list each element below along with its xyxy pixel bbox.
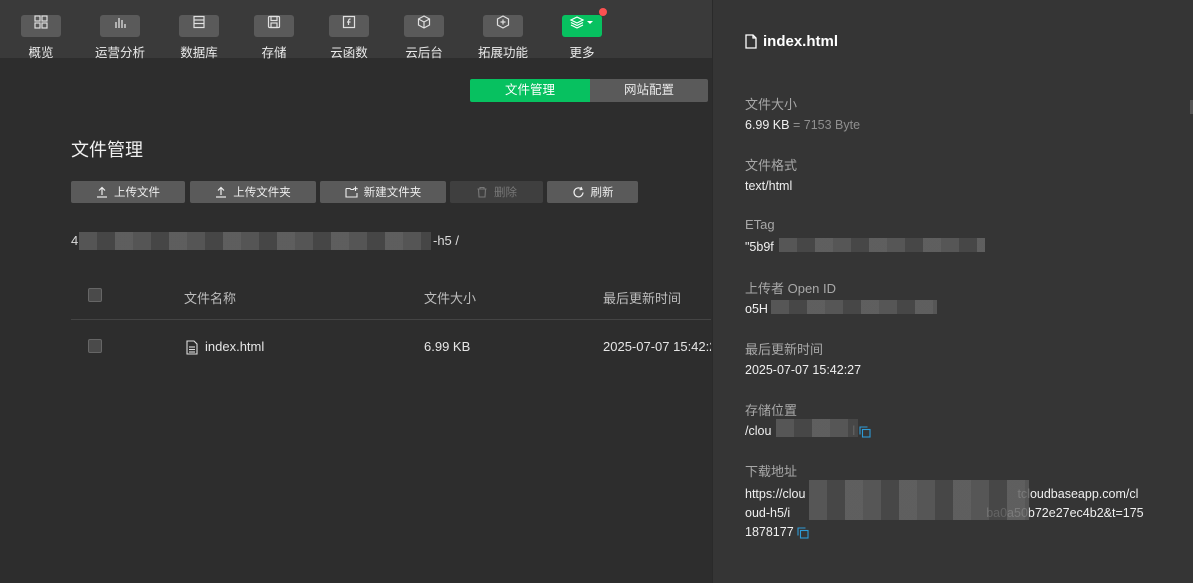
toolbar-item-extensions[interactable]: 拓展功能 <box>467 11 539 61</box>
etag-label: ETag <box>745 217 775 232</box>
detail-title-text: index.html <box>763 33 839 50</box>
column-header-name[interactable]: 文件名称 <box>184 288 236 307</box>
database-icon <box>179 15 219 37</box>
breadcrumb-end[interactable]: -h5 / <box>433 233 459 248</box>
toolbar-item-storage[interactable]: 存储 <box>238 11 310 61</box>
location-label: 存储位置 <box>745 403 798 418</box>
upload-folder-label: 上传文件夹 <box>233 187 291 199</box>
tab-website-config[interactable]: 网站配置 <box>590 79 708 102</box>
file-name[interactable]: index.html <box>205 339 264 354</box>
etag-value: "5b9f <box>745 240 774 254</box>
redacted-download <box>809 480 1029 520</box>
format-label: 文件格式 <box>745 158 798 173</box>
tab-file-management[interactable]: 文件管理 <box>470 79 590 102</box>
toolbar-item-cloud-backend[interactable]: 云后台 <box>388 11 460 61</box>
grid-icon <box>21 15 61 37</box>
page-title: 文件管理 <box>71 140 143 160</box>
size-bytes: = 7153 Byte <box>792 118 861 132</box>
size-label: 文件大小 <box>745 97 798 112</box>
extension-icon <box>483 15 523 37</box>
function-icon <box>329 15 369 37</box>
redacted-etag <box>779 238 985 252</box>
toolbar-label: 拓展功能 <box>477 46 528 60</box>
location-start: /clou <box>745 424 772 438</box>
download-line1-start: https://clou <box>745 487 806 501</box>
column-header-updated[interactable]: 最后更新时间 <box>603 288 681 307</box>
refresh-icon <box>572 186 584 197</box>
delete-button[interactable]: 删除 <box>450 181 543 203</box>
toolbar-label: 云函数 <box>330 46 368 60</box>
download-line1-end: tcloudbaseapp.com/cl <box>1017 487 1139 501</box>
toolbar-item-more[interactable]: 更多 <box>546 8 618 61</box>
file-size: 6.99 KB <box>424 339 471 354</box>
copy-icon[interactable] <box>797 527 809 539</box>
file-updated: 2025-07-07 15:42:27 <box>603 339 711 354</box>
etag-text: "5b9f <box>745 240 774 254</box>
refresh-label: 刷新 <box>590 187 614 199</box>
file-detail-panel: index.html 文件大小 6.99 KB = 7153 Byte 文件格式… <box>712 0 1193 583</box>
toolbar-item-overview[interactable]: 概览 <box>5 11 77 61</box>
column-header-size[interactable]: 文件大小 <box>424 288 476 307</box>
breadcrumb-start: 4 <box>71 233 79 248</box>
cube-icon <box>404 15 444 37</box>
updated-label: 最后更新时间 <box>745 342 824 357</box>
new-folder-icon <box>345 186 358 198</box>
row-checkbox[interactable] <box>88 339 102 353</box>
refresh-button[interactable]: 刷新 <box>547 181 638 203</box>
toolbar-label: 运营分析 <box>94 46 145 60</box>
upload-icon <box>216 186 227 198</box>
upload-icon <box>97 186 107 198</box>
view-tabs: 文件管理 网站配置 <box>470 79 708 102</box>
format-value: text/html <box>745 179 793 193</box>
detail-title: index.html <box>745 33 838 50</box>
toolbar-label: 概览 <box>28 46 54 60</box>
updated-value: 2025-07-07 15:42:27 <box>745 363 862 377</box>
redacted-location <box>776 419 858 437</box>
bar-chart-icon <box>100 15 140 37</box>
toolbar-label: 数据库 <box>180 46 218 60</box>
toolbar-item-analytics[interactable]: 运营分析 <box>84 11 156 61</box>
download-label: 下载地址 <box>745 464 798 479</box>
redacted-path <box>79 232 431 250</box>
upload-file-button[interactable]: 上传文件 <box>71 181 185 203</box>
uploader-label: 上传者 Open ID <box>745 281 837 296</box>
download-line2-start: oud-h5/i <box>745 506 791 520</box>
file-icon <box>745 34 757 49</box>
toolbar-item-cloud-functions[interactable]: 云函数 <box>313 11 385 61</box>
size-kb: 6.99 KB <box>745 118 790 132</box>
new-folder-label: 新建文件夹 <box>363 187 422 199</box>
select-all-checkbox[interactable] <box>88 288 102 302</box>
delete-label: 删除 <box>494 187 517 199</box>
new-folder-button[interactable]: 新建文件夹 <box>320 181 446 203</box>
toolbar-label: 更多 <box>569 46 595 60</box>
uploader-text: o5H <box>745 302 768 316</box>
size-value: 6.99 KB = 7153 Byte <box>745 118 860 132</box>
trash-icon <box>477 186 487 198</box>
file-icon <box>186 340 198 358</box>
uploader-value: o5H <box>745 302 768 316</box>
table-header: 文件名称 文件大小 最后更新时间 <box>71 276 711 320</box>
save-icon <box>254 15 294 37</box>
toolbar-label: 存储 <box>261 46 287 60</box>
layers-icon <box>562 15 602 37</box>
toolbar-label: 云后台 <box>405 46 443 60</box>
toolbar-item-database[interactable]: 数据库 <box>163 11 235 61</box>
copy-icon[interactable] <box>859 426 871 438</box>
top-toolbar: 概览 运营分析 数据库 存储 云函数 云后台 拓展功能 更多 <box>0 0 712 61</box>
redacted-openid <box>771 300 937 314</box>
notification-badge <box>599 8 607 16</box>
table-row[interactable]: index.html 6.99 KB 2025-07-07 15:42:27 <box>71 330 711 364</box>
upload-file-label: 上传文件 <box>114 187 160 199</box>
download-line3: 1878177 <box>745 525 794 539</box>
upload-folder-button[interactable]: 上传文件夹 <box>190 181 316 203</box>
